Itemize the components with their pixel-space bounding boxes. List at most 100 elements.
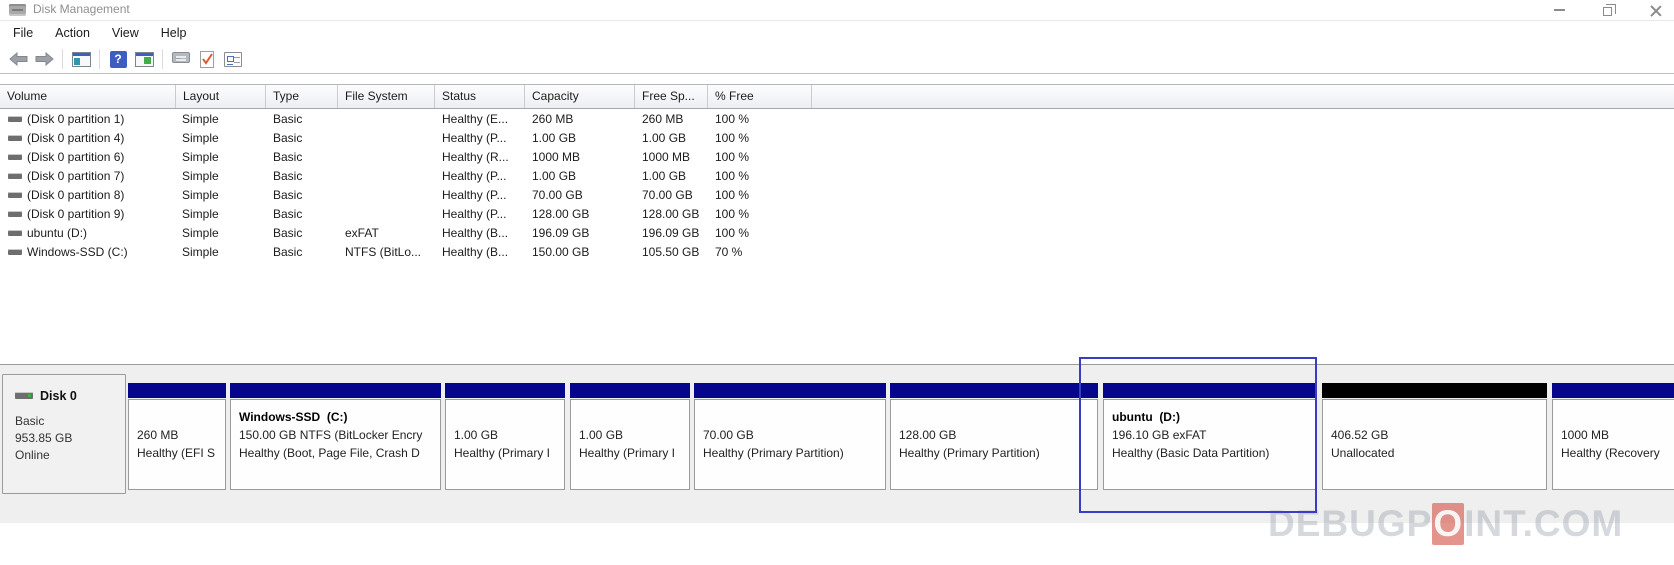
partition-title <box>137 408 225 426</box>
volume-icon <box>8 135 22 141</box>
column-header-status[interactable]: Status <box>435 85 525 108</box>
cell-volume: (Disk 0 partition 4) <box>27 129 124 148</box>
partition-unallocated[interactable]: 406.52 GB Unallocated <box>1322 383 1547 490</box>
partition-color-bar <box>128 383 226 398</box>
cell-layout: Simple <box>182 186 219 205</box>
forward-button[interactable] <box>31 47 57 71</box>
table-row[interactable]: (Disk 0 partition 4) Simple Basic Health… <box>0 129 1674 148</box>
console-tree-button[interactable] <box>68 47 94 71</box>
partition-title: Windows-SSD (C:) <box>239 408 440 426</box>
partition-recovery[interactable]: 1000 MB Healthy (Recovery <box>1552 383 1674 490</box>
properties-list-icon <box>224 52 242 67</box>
column-header-volume[interactable]: Volume <box>0 85 176 108</box>
cell-status: Healthy (B... <box>442 224 508 243</box>
cell-type: Basic <box>273 243 302 262</box>
column-header-capacity[interactable]: Capacity <box>525 85 635 108</box>
partition-size: 150.00 GB NTFS (BitLocker Encry <box>239 426 440 444</box>
partition-title <box>703 408 885 426</box>
help-button[interactable]: ? <box>105 47 131 71</box>
table-row[interactable]: (Disk 0 partition 7) Simple Basic Health… <box>0 167 1674 186</box>
partition-title <box>1561 408 1674 426</box>
partition-1gb-a[interactable]: 1.00 GB Healthy (Primary I <box>445 383 565 490</box>
volume-icon <box>8 192 22 198</box>
partition-color-bar <box>1552 383 1674 398</box>
table-row[interactable]: ubuntu (D:) Simple Basic exFAT Healthy (… <box>0 224 1674 243</box>
volume-icon <box>8 211 22 217</box>
cell-pct-free: 100 % <box>715 205 749 224</box>
table-row[interactable]: (Disk 0 partition 8) Simple Basic Health… <box>0 186 1674 205</box>
volume-table-header: Volume Layout Type File System Status Ca… <box>0 84 1674 109</box>
minimize-button[interactable] <box>1544 0 1574 20</box>
cell-free-space: 260 MB <box>642 110 683 129</box>
cell-free-space: 196.09 GB <box>642 224 699 243</box>
toolbar-separator <box>162 49 163 69</box>
menu-action[interactable]: Action <box>44 23 101 43</box>
disk-type: Basic <box>15 414 125 428</box>
disk0-info-box[interactable]: Disk 0 Basic 953.85 GB Online <box>2 374 126 494</box>
properties-button[interactable] <box>220 47 246 71</box>
menu-view[interactable]: View <box>101 23 150 43</box>
cell-status: Healthy (P... <box>442 129 506 148</box>
window-title: Disk Management <box>33 2 130 16</box>
action-pane-button[interactable] <box>131 47 157 71</box>
cell-layout: Simple <box>182 110 219 129</box>
restore-icon <box>1603 7 1612 16</box>
close-button[interactable] <box>1640 0 1670 20</box>
partition-size: 1.00 GB <box>579 426 689 444</box>
cell-status: Healthy (P... <box>442 186 506 205</box>
menu-bar: File Action View Help <box>0 21 1674 45</box>
partition-status: Healthy (Recovery <box>1561 444 1674 462</box>
cell-type: Basic <box>273 224 302 243</box>
cell-volume: (Disk 0 partition 9) <box>27 205 124 224</box>
partition-color-bar <box>445 383 565 398</box>
toolbar-separator <box>99 49 100 69</box>
cell-pct-free: 100 % <box>715 129 749 148</box>
cell-pct-free: 100 % <box>715 167 749 186</box>
column-header-pct-free[interactable]: % Free <box>708 85 812 108</box>
column-header-type[interactable]: Type <box>266 85 338 108</box>
cell-volume: (Disk 0 partition 8) <box>27 186 124 205</box>
back-arrow-icon <box>9 52 28 66</box>
watermark: DEBUGPOINT.COM <box>1268 503 1623 545</box>
cell-capacity: 70.00 GB <box>532 186 583 205</box>
task-check-button[interactable] <box>194 47 220 71</box>
partition-efi[interactable]: 260 MB Healthy (EFI S <box>128 383 226 490</box>
close-icon <box>1650 5 1661 16</box>
menu-help[interactable]: Help <box>150 23 198 43</box>
table-row[interactable]: (Disk 0 partition 1) Simple Basic Health… <box>0 110 1674 129</box>
back-button[interactable] <box>5 47 31 71</box>
cell-status: Healthy (E... <box>442 110 508 129</box>
partition-status: Healthy (Primary I <box>454 444 564 462</box>
column-header-free-space[interactable]: Free Sp... <box>635 85 708 108</box>
partition-128gb[interactable]: 128.00 GB Healthy (Primary Partition) <box>890 383 1098 490</box>
comment-button[interactable] <box>168 47 194 71</box>
cell-pct-free: 100 % <box>715 186 749 205</box>
partition-size: 1.00 GB <box>454 426 564 444</box>
column-header-filler <box>812 85 1674 108</box>
restore-button[interactable] <box>1592 0 1622 20</box>
partition-size: 1000 MB <box>1561 426 1674 444</box>
cell-type: Basic <box>273 167 302 186</box>
partition-title <box>899 408 1097 426</box>
partition-color-bar <box>230 383 441 398</box>
column-header-layout[interactable]: Layout <box>176 85 266 108</box>
disk-icon <box>15 392 33 399</box>
cell-layout: Simple <box>182 243 219 262</box>
cell-pct-free: 100 % <box>715 148 749 167</box>
partition-1gb-b[interactable]: 1.00 GB Healthy (Primary I <box>570 383 690 490</box>
table-row[interactable]: (Disk 0 partition 6) Simple Basic Health… <box>0 148 1674 167</box>
partition-status: Healthy (Primary Partition) <box>899 444 1097 462</box>
cell-file-system: NTFS (BitLo... <box>345 243 421 262</box>
cell-capacity: 260 MB <box>532 110 573 129</box>
table-row[interactable]: (Disk 0 partition 9) Simple Basic Health… <box>0 205 1674 224</box>
partition-status: Healthy (Primary Partition) <box>703 444 885 462</box>
partition-windows-ssd[interactable]: Windows-SSD (C:) 150.00 GB NTFS (BitLock… <box>230 383 441 490</box>
disk-management-window: Disk Management File Action View Help ? <box>0 0 1674 565</box>
menu-file[interactable]: File <box>2 23 44 43</box>
partition-70gb[interactable]: 70.00 GB Healthy (Primary Partition) <box>694 383 886 490</box>
column-header-file-system[interactable]: File System <box>338 85 435 108</box>
volume-icon <box>8 230 22 236</box>
table-row[interactable]: Windows-SSD (C:) Simple Basic NTFS (BitL… <box>0 243 1674 262</box>
cell-pct-free: 100 % <box>715 224 749 243</box>
cell-type: Basic <box>273 129 302 148</box>
